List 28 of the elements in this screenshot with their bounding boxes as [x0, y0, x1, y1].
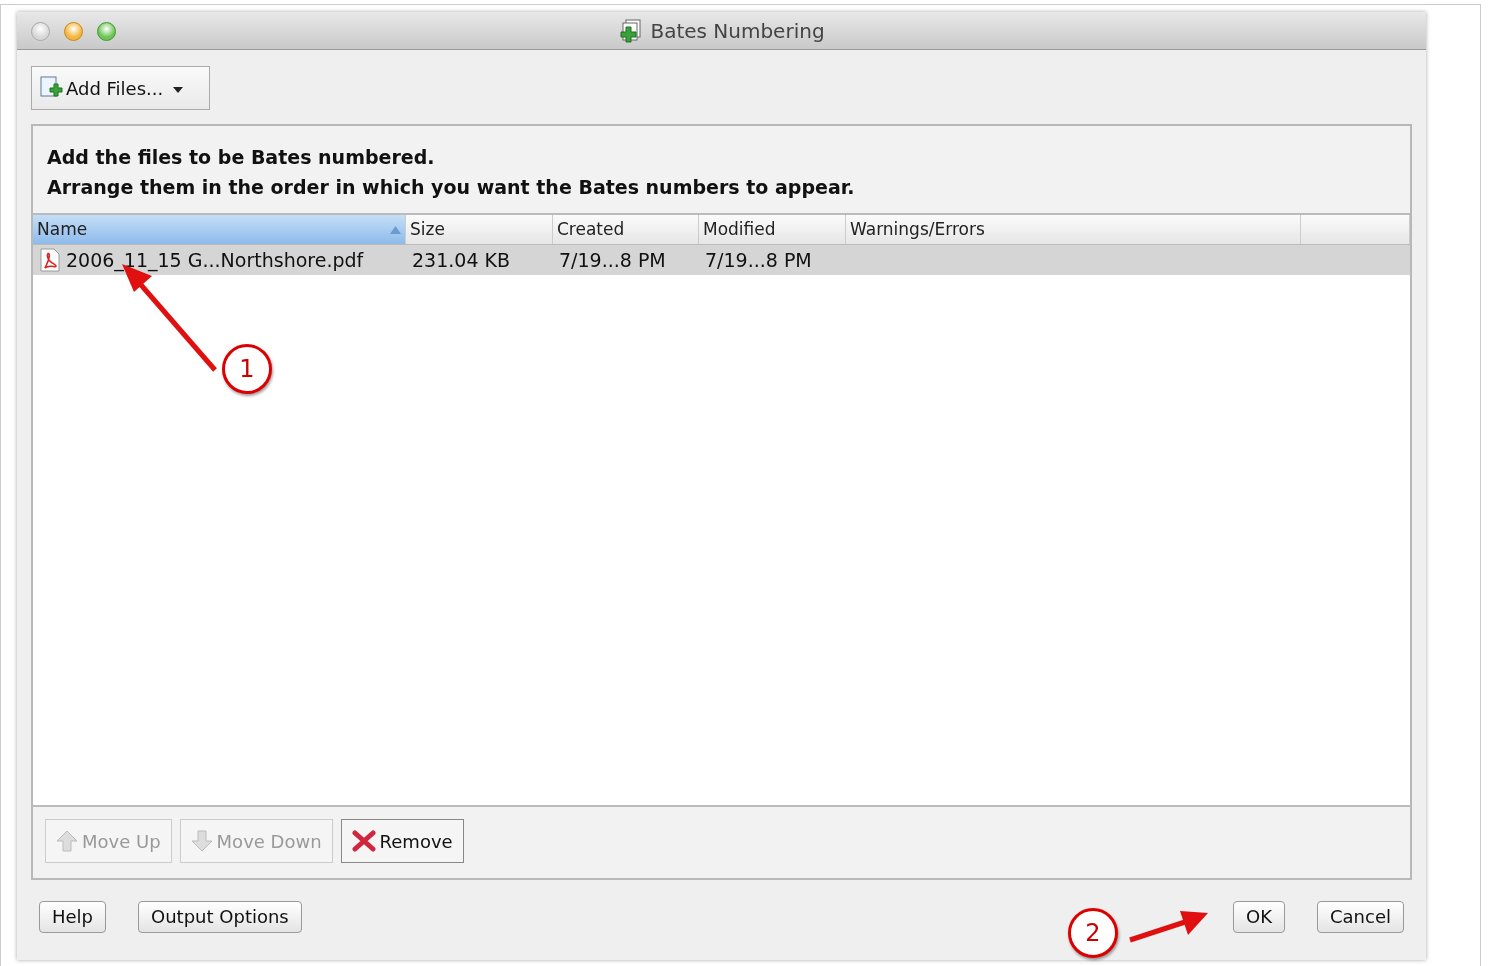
add-files-button[interactable]: Add Files...: [31, 66, 210, 110]
window-title: Bates Numbering: [650, 17, 825, 45]
instruction-text: Arrange them in the order in which you want the Bates numbers to appear.: [47, 175, 856, 200]
column-header[interactable]: Size: [406, 215, 553, 244]
help-button[interactable]: Help: [39, 901, 107, 933]
instruction-text: Add the files to be Bates numbered.: [47, 145, 436, 170]
table-cell-text: 231.04 KB: [412, 247, 510, 273]
table-cell-text: 7/19...8 PM: [705, 247, 812, 273]
ok-button[interactable]: OK: [1233, 901, 1285, 933]
close-button[interactable]: [31, 22, 50, 41]
pdf-file-icon: [39, 248, 61, 272]
table-cell-text: 2006_11_15 G...Northshore.pdf: [66, 247, 364, 274]
remove-x-icon: [351, 830, 376, 852]
remove-button[interactable]: Remove: [340, 819, 464, 863]
column-header[interactable]: Warnings/Errors: [846, 215, 1301, 244]
zoom-button[interactable]: [97, 22, 116, 41]
column-header[interactable]: Created: [553, 215, 699, 244]
sort-arrow-icon: [390, 225, 401, 234]
up-arrow-icon: [56, 830, 78, 852]
column-header[interactable]: Modified: [699, 215, 846, 244]
file-row[interactable]: 2006_11_15 G...Northshore.pdf 231.04 KB 7/19...8 PM 7/19...8 PM: [33, 245, 1410, 275]
column-header[interactable]: Name: [33, 215, 406, 244]
down-arrow-icon: [190, 830, 213, 852]
output-options-button[interactable]: Output Options: [138, 901, 302, 933]
table-cell-text: 7/19...8 PM: [559, 247, 666, 273]
minimize-button[interactable]: [64, 22, 83, 41]
cancel-button[interactable]: Cancel: [1317, 901, 1404, 933]
caret-icon: [173, 86, 184, 93]
